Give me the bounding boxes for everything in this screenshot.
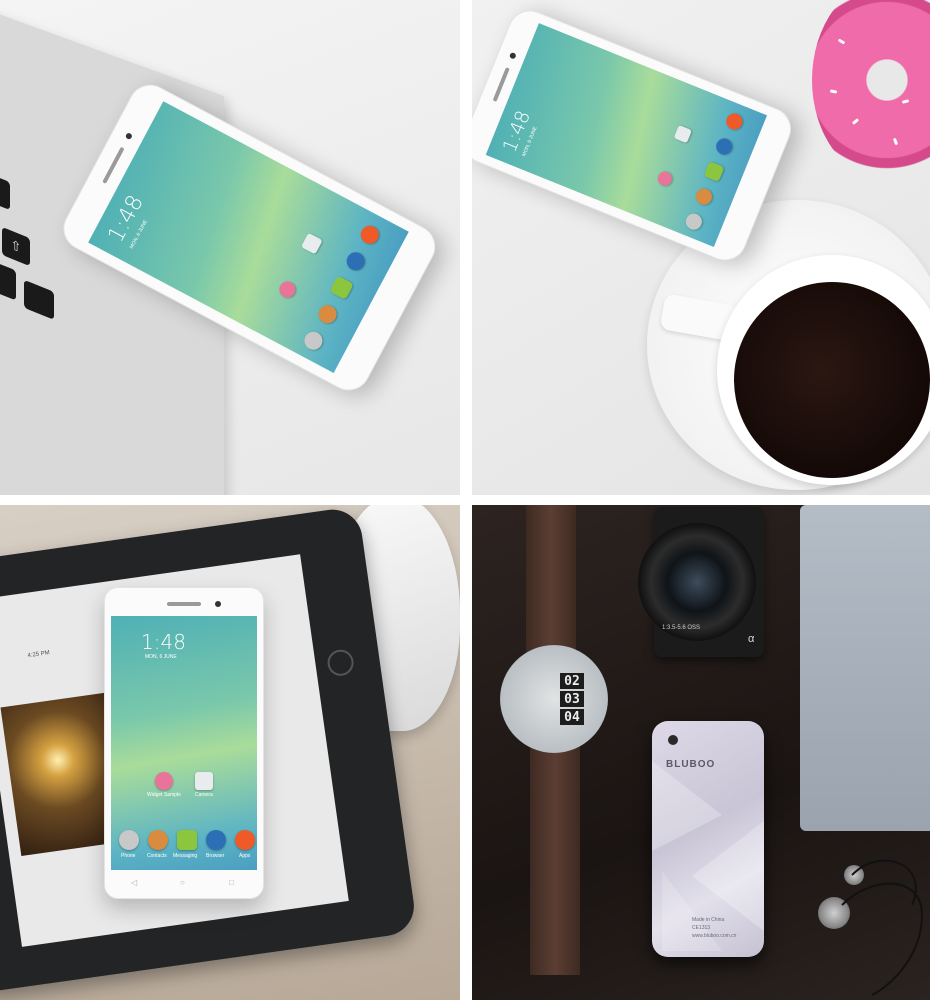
earpiece <box>492 67 510 102</box>
watch-strap-bottom <box>530 745 580 975</box>
camera-app-icon <box>673 125 692 144</box>
watch-digit: 03 <box>560 691 584 707</box>
apps-drawer-icon <box>723 111 745 132</box>
key-dark <box>0 260 16 301</box>
up-arrow-icon: ⇧ <box>10 236 22 257</box>
phone-screen: 1:48 MON, 6 JUNE <box>485 23 768 247</box>
front-camera <box>215 601 221 607</box>
made-in-text: Made in China <box>692 917 725 923</box>
phone-app-icon <box>683 211 705 233</box>
browser-app-label: Browser <box>206 853 225 859</box>
apps-drawer-icon <box>357 222 382 247</box>
camera-app-icon <box>301 232 323 255</box>
contacts-app-label: Contacts <box>147 853 167 859</box>
photo-phone-back-dark-desk: 02 03 04 1:3.5-5.6 OSS α BLUBOO Made in … <box>472 505 930 1000</box>
clock-date: MON, 6 JUNE <box>145 654 177 660</box>
messaging-app-label: Messaging <box>173 853 198 859</box>
back-key-icon: ◁ <box>131 878 138 887</box>
recents-key-icon: □ <box>229 878 234 887</box>
camera-brand-mark: α <box>748 633 755 645</box>
front-camera <box>124 132 133 141</box>
messaging-app-icon <box>177 830 197 850</box>
website-text: www.bluboo.com.cn <box>692 933 737 939</box>
camera-lens <box>638 523 756 641</box>
lens-marking: 1:3.5-5.6 OSS <box>662 625 701 631</box>
earpiece <box>167 602 201 606</box>
camera-app-icon <box>195 772 213 790</box>
key-dark <box>0 174 10 211</box>
widget-app-icon <box>155 772 173 790</box>
widget-app-icon <box>276 278 299 301</box>
watch-digit: 04 <box>560 709 584 725</box>
camera-app-label: Camera <box>195 792 213 798</box>
back-facet <box>692 821 764 931</box>
watch-face <box>500 645 608 753</box>
brand-logo: BLUBOO <box>666 759 716 770</box>
browser-app-icon <box>206 830 226 850</box>
tablet-home-button <box>325 648 356 678</box>
clock-time: 1:48 <box>141 630 186 654</box>
back-facet <box>652 761 722 851</box>
laptop-lid <box>800 505 930 831</box>
phone-front: 1:48 MON, 6 JUNE Widget Sample Camera Ph… <box>104 587 264 899</box>
contacts-app-icon <box>315 302 340 327</box>
earphone-cable <box>841 859 924 996</box>
phone-app-icon <box>119 830 139 850</box>
home-key-icon: ○ <box>180 878 185 887</box>
browser-app-icon <box>713 136 735 157</box>
widget-app-icon <box>655 169 674 188</box>
phone-back: BLUBOO Made in China CE1313 www.bluboo.c… <box>652 721 764 957</box>
contacts-app-icon <box>693 186 715 208</box>
key-up-arrow: ⇧ <box>2 226 30 267</box>
tablet-time: 4:25 PM <box>27 650 51 660</box>
widget-app-label: Widget Sample <box>147 792 181 798</box>
watch-strap-top <box>526 505 576 655</box>
key-dark <box>24 279 54 320</box>
watch-digit: 02 <box>560 673 584 689</box>
contacts-app-icon <box>148 830 168 850</box>
laptop-keyboard: ⇧ <box>0 130 100 418</box>
phone-app-label: Phone <box>121 853 136 859</box>
black-coffee <box>734 282 930 478</box>
photo-phone-with-laptop: ⇧ 1:48 MON, 6 JUNE <box>0 0 460 495</box>
photo-phone-on-tablet: 4:25 PM 1:48 MON, 6 JUNE Widget Sample C… <box>0 505 460 1000</box>
browser-app-icon <box>343 249 368 274</box>
apps-drawer-label: Apps <box>239 853 251 859</box>
rear-camera <box>668 735 678 745</box>
messaging-app-icon <box>703 161 725 183</box>
model-code-text: CE1313 <box>692 925 711 931</box>
phone-app-icon <box>301 328 326 353</box>
phone-front: 1:48 MON, 6 JUNE <box>472 3 798 268</box>
messaging-app-icon <box>329 275 354 300</box>
phone-screen: 1:48 MON, 6 JUNE Widget Sample Camera Ph… <box>111 616 257 870</box>
photo-phone-donut-coffee: 1:48 MON, 6 JUNE <box>472 0 930 495</box>
clock-time: 1:48 <box>103 191 149 247</box>
apps-drawer-icon <box>235 830 255 850</box>
front-camera <box>508 51 517 60</box>
